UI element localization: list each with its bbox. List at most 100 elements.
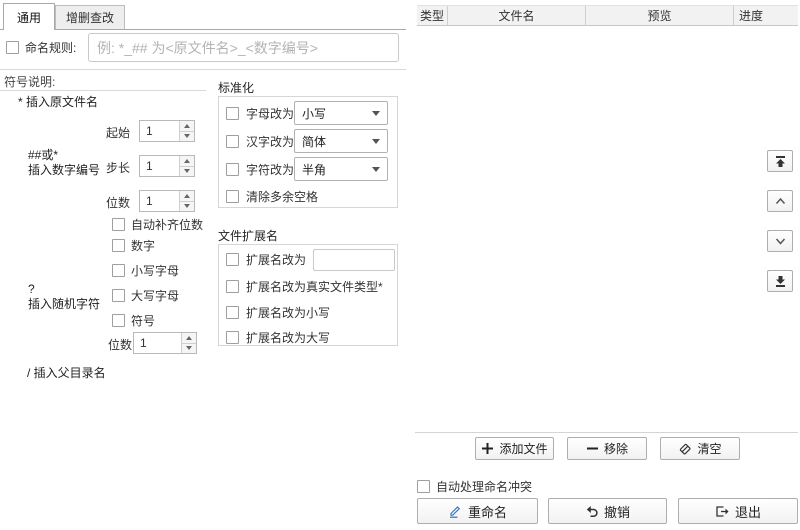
random-digits-value: 1 bbox=[140, 336, 147, 350]
tab-underline bbox=[0, 29, 406, 30]
rule-input[interactable] bbox=[88, 33, 399, 62]
ext-lower-checkbox[interactable] bbox=[226, 306, 239, 319]
random-uppercase-label: 大写字母 bbox=[131, 289, 180, 303]
start-spinner[interactable]: 1 bbox=[139, 120, 195, 142]
add-files-label: 添加文件 bbox=[499, 442, 548, 456]
random-digits-label: 数字 bbox=[131, 239, 156, 253]
tab-general-label: 通用 bbox=[16, 10, 41, 25]
rule-checkbox[interactable] bbox=[6, 41, 19, 54]
step-spinner[interactable]: 1 bbox=[139, 155, 195, 177]
random-digits-count-label: 位数 bbox=[108, 338, 133, 352]
charwidth-value: 半角 bbox=[302, 162, 327, 177]
ext-change-input[interactable] bbox=[313, 249, 395, 271]
ext-upper-checkbox[interactable] bbox=[226, 331, 239, 344]
start-spin-down-icon[interactable] bbox=[180, 130, 194, 141]
column-header-preview[interactable]: 预览 bbox=[585, 6, 733, 25]
column-header-progress[interactable]: 进度 bbox=[733, 6, 798, 25]
hanzi-label: 汉字改为 bbox=[246, 135, 295, 149]
step-value: 1 bbox=[146, 159, 153, 173]
random-digits-checkbox[interactable] bbox=[112, 239, 125, 252]
random-lowercase-label: 小写字母 bbox=[131, 264, 180, 278]
hanzi-checkbox[interactable] bbox=[226, 135, 239, 148]
start-spin-up-icon[interactable] bbox=[180, 121, 194, 131]
chevron-down-icon bbox=[774, 236, 787, 246]
file-table-header[interactable]: 类型 文件名 预览 进度 bbox=[417, 5, 798, 26]
minus-icon bbox=[586, 442, 599, 455]
random-spin-up-icon[interactable] bbox=[182, 333, 196, 343]
file-table-body[interactable] bbox=[417, 27, 798, 432]
digits-label: 位数 bbox=[106, 196, 131, 210]
trim-spaces-label: 清除多余空格 bbox=[246, 190, 319, 204]
hanzi-dropdown[interactable]: 简体 bbox=[294, 129, 388, 153]
start-value: 1 bbox=[146, 124, 153, 138]
step-spin-up-icon[interactable] bbox=[180, 156, 194, 166]
chevron-down-icon bbox=[372, 166, 380, 172]
chevron-down-icon bbox=[372, 138, 380, 144]
charwidth-checkbox[interactable] bbox=[226, 163, 239, 176]
tab-edit-rules-label: 增删查改 bbox=[65, 11, 114, 25]
auto-conflict-checkbox[interactable] bbox=[417, 480, 430, 493]
column-header-type[interactable]: 类型 bbox=[417, 6, 447, 25]
tab-general[interactable]: 通用 bbox=[3, 3, 55, 30]
ext-lower-label: 扩展名改为小写 bbox=[246, 306, 331, 320]
random-spin-down-icon[interactable] bbox=[182, 342, 196, 353]
exit-icon bbox=[715, 505, 730, 518]
remove-label: 移除 bbox=[603, 442, 628, 456]
add-files-button[interactable]: 添加文件 bbox=[475, 437, 554, 460]
symbol-original-filename: * 插入原文件名 bbox=[18, 95, 99, 109]
separator bbox=[0, 69, 406, 70]
trim-spaces-checkbox[interactable] bbox=[226, 190, 239, 203]
letters-case-checkbox[interactable] bbox=[226, 107, 239, 120]
ext-upper-label: 扩展名改为大写 bbox=[246, 331, 331, 345]
ext-change-checkbox[interactable] bbox=[226, 253, 239, 266]
symbols-title: 符号说明: bbox=[4, 75, 56, 89]
digits-value: 1 bbox=[146, 194, 153, 208]
charwidth-dropdown[interactable]: 半角 bbox=[294, 157, 388, 181]
digits-spinner[interactable]: 1 bbox=[139, 190, 195, 212]
clear-button[interactable]: 清空 bbox=[660, 437, 740, 460]
random-symbols-label: 符号 bbox=[131, 314, 156, 328]
chevron-down-icon bbox=[372, 110, 380, 116]
auto-conflict-label: 自动处理命名冲突 bbox=[436, 480, 533, 494]
letters-case-dropdown[interactable]: 小写 bbox=[294, 101, 388, 125]
pencil-icon bbox=[448, 504, 463, 519]
extension-title: 文件扩展名 bbox=[218, 229, 279, 243]
arrow-to-top-icon bbox=[774, 155, 787, 168]
autopad-checkbox[interactable] bbox=[112, 218, 125, 231]
undo-button[interactable]: 撤销 bbox=[548, 498, 667, 524]
digits-spin-down-icon[interactable] bbox=[180, 200, 194, 211]
tab-edit-rules[interactable]: 增删查改 bbox=[55, 5, 125, 29]
random-symbols-checkbox[interactable] bbox=[112, 314, 125, 327]
ext-realtype-checkbox[interactable] bbox=[226, 280, 239, 293]
random-uppercase-checkbox[interactable] bbox=[112, 289, 125, 302]
autopad-label: 自动补齐位数 bbox=[131, 218, 204, 232]
normalize-title: 标准化 bbox=[218, 81, 255, 95]
move-down-button[interactable] bbox=[767, 230, 793, 252]
undo-label: 撤销 bbox=[603, 504, 630, 520]
move-to-bottom-button[interactable] bbox=[767, 270, 793, 292]
step-label: 步长 bbox=[106, 161, 131, 175]
symbol-random-line2: 插入随机字符 bbox=[28, 297, 101, 311]
charwidth-label: 字符改为 bbox=[246, 163, 295, 177]
letters-case-label: 字母改为 bbox=[246, 107, 295, 121]
step-spin-down-icon[interactable] bbox=[180, 165, 194, 176]
random-lowercase-checkbox[interactable] bbox=[112, 264, 125, 277]
exit-label: 退出 bbox=[734, 504, 761, 520]
rename-button[interactable]: 重命名 bbox=[417, 498, 538, 524]
symbol-number-line1: ##或* bbox=[28, 148, 59, 162]
random-digits-spinner[interactable]: 1 bbox=[133, 332, 197, 354]
digits-spin-up-icon[interactable] bbox=[180, 191, 194, 201]
ext-realtype-label: 扩展名改为真实文件类型* bbox=[246, 280, 383, 294]
letters-case-value: 小写 bbox=[302, 106, 327, 121]
start-label: 起始 bbox=[106, 126, 131, 140]
column-header-filename[interactable]: 文件名 bbox=[447, 6, 585, 25]
move-to-top-button[interactable] bbox=[767, 150, 793, 172]
exit-button[interactable]: 退出 bbox=[678, 498, 798, 524]
move-up-button[interactable] bbox=[767, 190, 793, 212]
clear-label: 清空 bbox=[697, 442, 722, 456]
symbol-parent-dir: / 插入父目录名 bbox=[27, 366, 106, 380]
remove-button[interactable]: 移除 bbox=[567, 437, 647, 460]
symbol-number-line2: 插入数字编号 bbox=[28, 163, 101, 177]
plus-icon bbox=[481, 442, 494, 455]
arrow-to-bottom-icon bbox=[774, 275, 787, 288]
